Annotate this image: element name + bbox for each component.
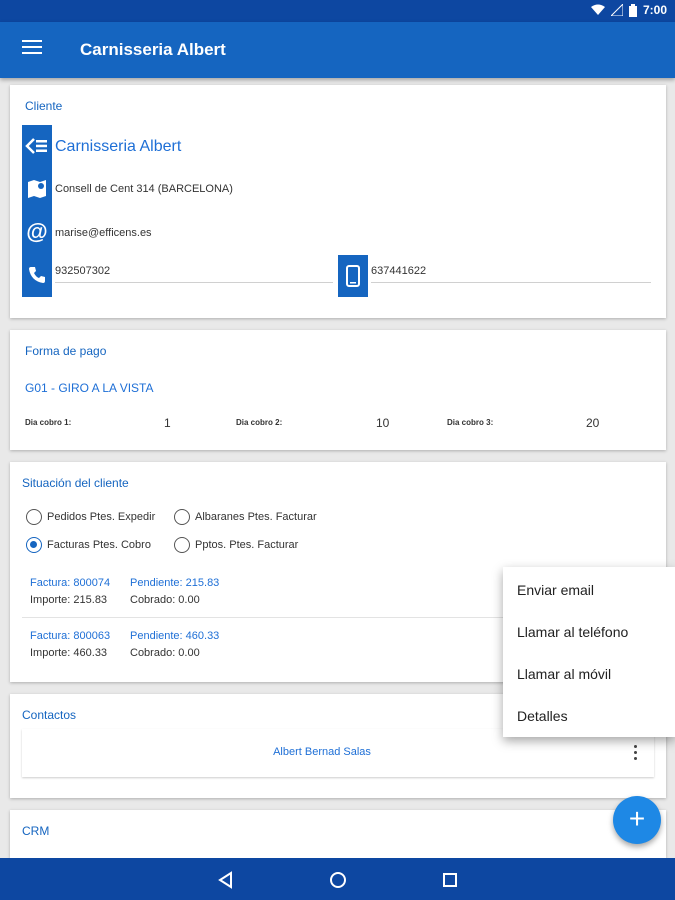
mobile-icon[interactable] <box>338 261 368 291</box>
invoice-pending: Pendiente: 460.33 <box>130 630 220 642</box>
menu-item-enviar-email[interactable]: Enviar email <box>503 569 675 611</box>
forma-pago-card: Forma de pago G01 - GIRO A LA VISTA Dia … <box>10 330 666 450</box>
invoice-amount: Importe: 215.83 <box>30 594 108 606</box>
phone-icon[interactable] <box>22 260 52 290</box>
invoice-amount: Importe: 460.33 <box>30 647 108 659</box>
client-mobile[interactable]: 637441622 <box>371 265 426 277</box>
map-icon[interactable] <box>22 174 52 204</box>
more-vert-icon[interactable] <box>632 745 638 760</box>
battery-icon <box>628 3 637 17</box>
back-arrow-icon[interactable] <box>22 131 52 161</box>
client-phone[interactable]: 932507302 <box>55 265 110 277</box>
app-bar: Carnisseria Albert <box>0 22 675 78</box>
client-address: Consell de Cent 314 (BARCELONA) <box>55 183 233 195</box>
crm-card: CRM <box>10 810 666 858</box>
radio-facturas[interactable]: Facturas Ptes. Cobro <box>26 537 151 553</box>
dia-cobro-3-value: 20 <box>586 416 600 430</box>
phone-underline <box>55 282 333 283</box>
invoice-number: Factura: 800063 <box>30 630 111 642</box>
app-title: Carnisseria Albert <box>80 40 226 59</box>
radio-albaranes[interactable]: Albaranes Ptes. Facturar <box>174 509 317 525</box>
email-icon[interactable]: @ <box>22 217 52 247</box>
radio-button[interactable] <box>174 509 190 525</box>
menu-icon[interactable] <box>22 40 42 60</box>
radio-pptos[interactable]: Pptos. Ptes. Facturar <box>174 537 298 553</box>
mobile-underline <box>371 282 651 283</box>
crm-section-title: CRM <box>22 824 50 838</box>
recents-icon[interactable] <box>440 870 460 890</box>
add-fab-button[interactable]: + <box>613 796 661 844</box>
back-icon[interactable] <box>216 870 236 890</box>
cliente-section-title: Cliente <box>25 99 63 113</box>
popup-menu: Enviar email Llamar al teléfono Llamar a… <box>503 567 675 737</box>
radio-button-selected[interactable] <box>26 537 42 553</box>
status-time: 7:00 <box>642 3 667 17</box>
menu-item-llamar-movil[interactable]: Llamar al móvil <box>503 653 675 695</box>
client-name: Carnisseria Albert <box>55 138 182 155</box>
contactos-section-title: Contactos <box>22 708 77 722</box>
radio-button[interactable] <box>174 537 190 553</box>
dia-cobro-3-label: Dia cobro 3: <box>447 418 494 427</box>
dia-cobro-2-value: 10 <box>376 416 390 430</box>
navigation-bar <box>0 858 675 900</box>
radio-pedidos-label: Pedidos Ptes. Expedir <box>47 511 156 523</box>
menu-item-llamar-telefono[interactable]: Llamar al teléfono <box>503 611 675 653</box>
forma-pago-section-title: Forma de pago <box>25 344 107 358</box>
payment-method-name: G01 - GIRO A LA VISTA <box>25 381 154 395</box>
status-bar: 7:00 <box>0 0 675 22</box>
cliente-card: Cliente Carnisseria Albert Consell de Ce… <box>10 85 666 318</box>
client-email[interactable]: marise@efficens.es <box>55 227 152 239</box>
invoice-collected: Cobrado: 0.00 <box>130 647 200 659</box>
invoice-collected: Cobrado: 0.00 <box>130 594 200 606</box>
invoice-pending: Pendiente: 215.83 <box>130 577 220 589</box>
situacion-section-title: Situación del cliente <box>22 476 129 490</box>
signal-icon <box>610 4 623 16</box>
wifi-icon <box>590 4 605 15</box>
menu-item-detalles[interactable]: Detalles <box>503 695 675 737</box>
plus-icon: + <box>628 803 646 834</box>
home-icon[interactable] <box>328 870 348 890</box>
radio-pedidos[interactable]: Pedidos Ptes. Expedir <box>26 509 155 525</box>
radio-button[interactable] <box>26 509 42 525</box>
contact-name[interactable]: Albert Bernad Salas <box>22 746 622 758</box>
radio-pptos-label: Pptos. Ptes. Facturar <box>195 539 299 551</box>
radio-albaranes-label: Albaranes Ptes. Facturar <box>195 511 317 523</box>
dia-cobro-2-label: Dia cobro 2: <box>236 418 283 427</box>
invoice-number: Factura: 800074 <box>30 577 111 589</box>
radio-facturas-label: Facturas Ptes. Cobro <box>47 539 151 551</box>
dia-cobro-1-label: Dia cobro 1: <box>25 418 72 427</box>
dia-cobro-1-value: 1 <box>164 416 171 430</box>
